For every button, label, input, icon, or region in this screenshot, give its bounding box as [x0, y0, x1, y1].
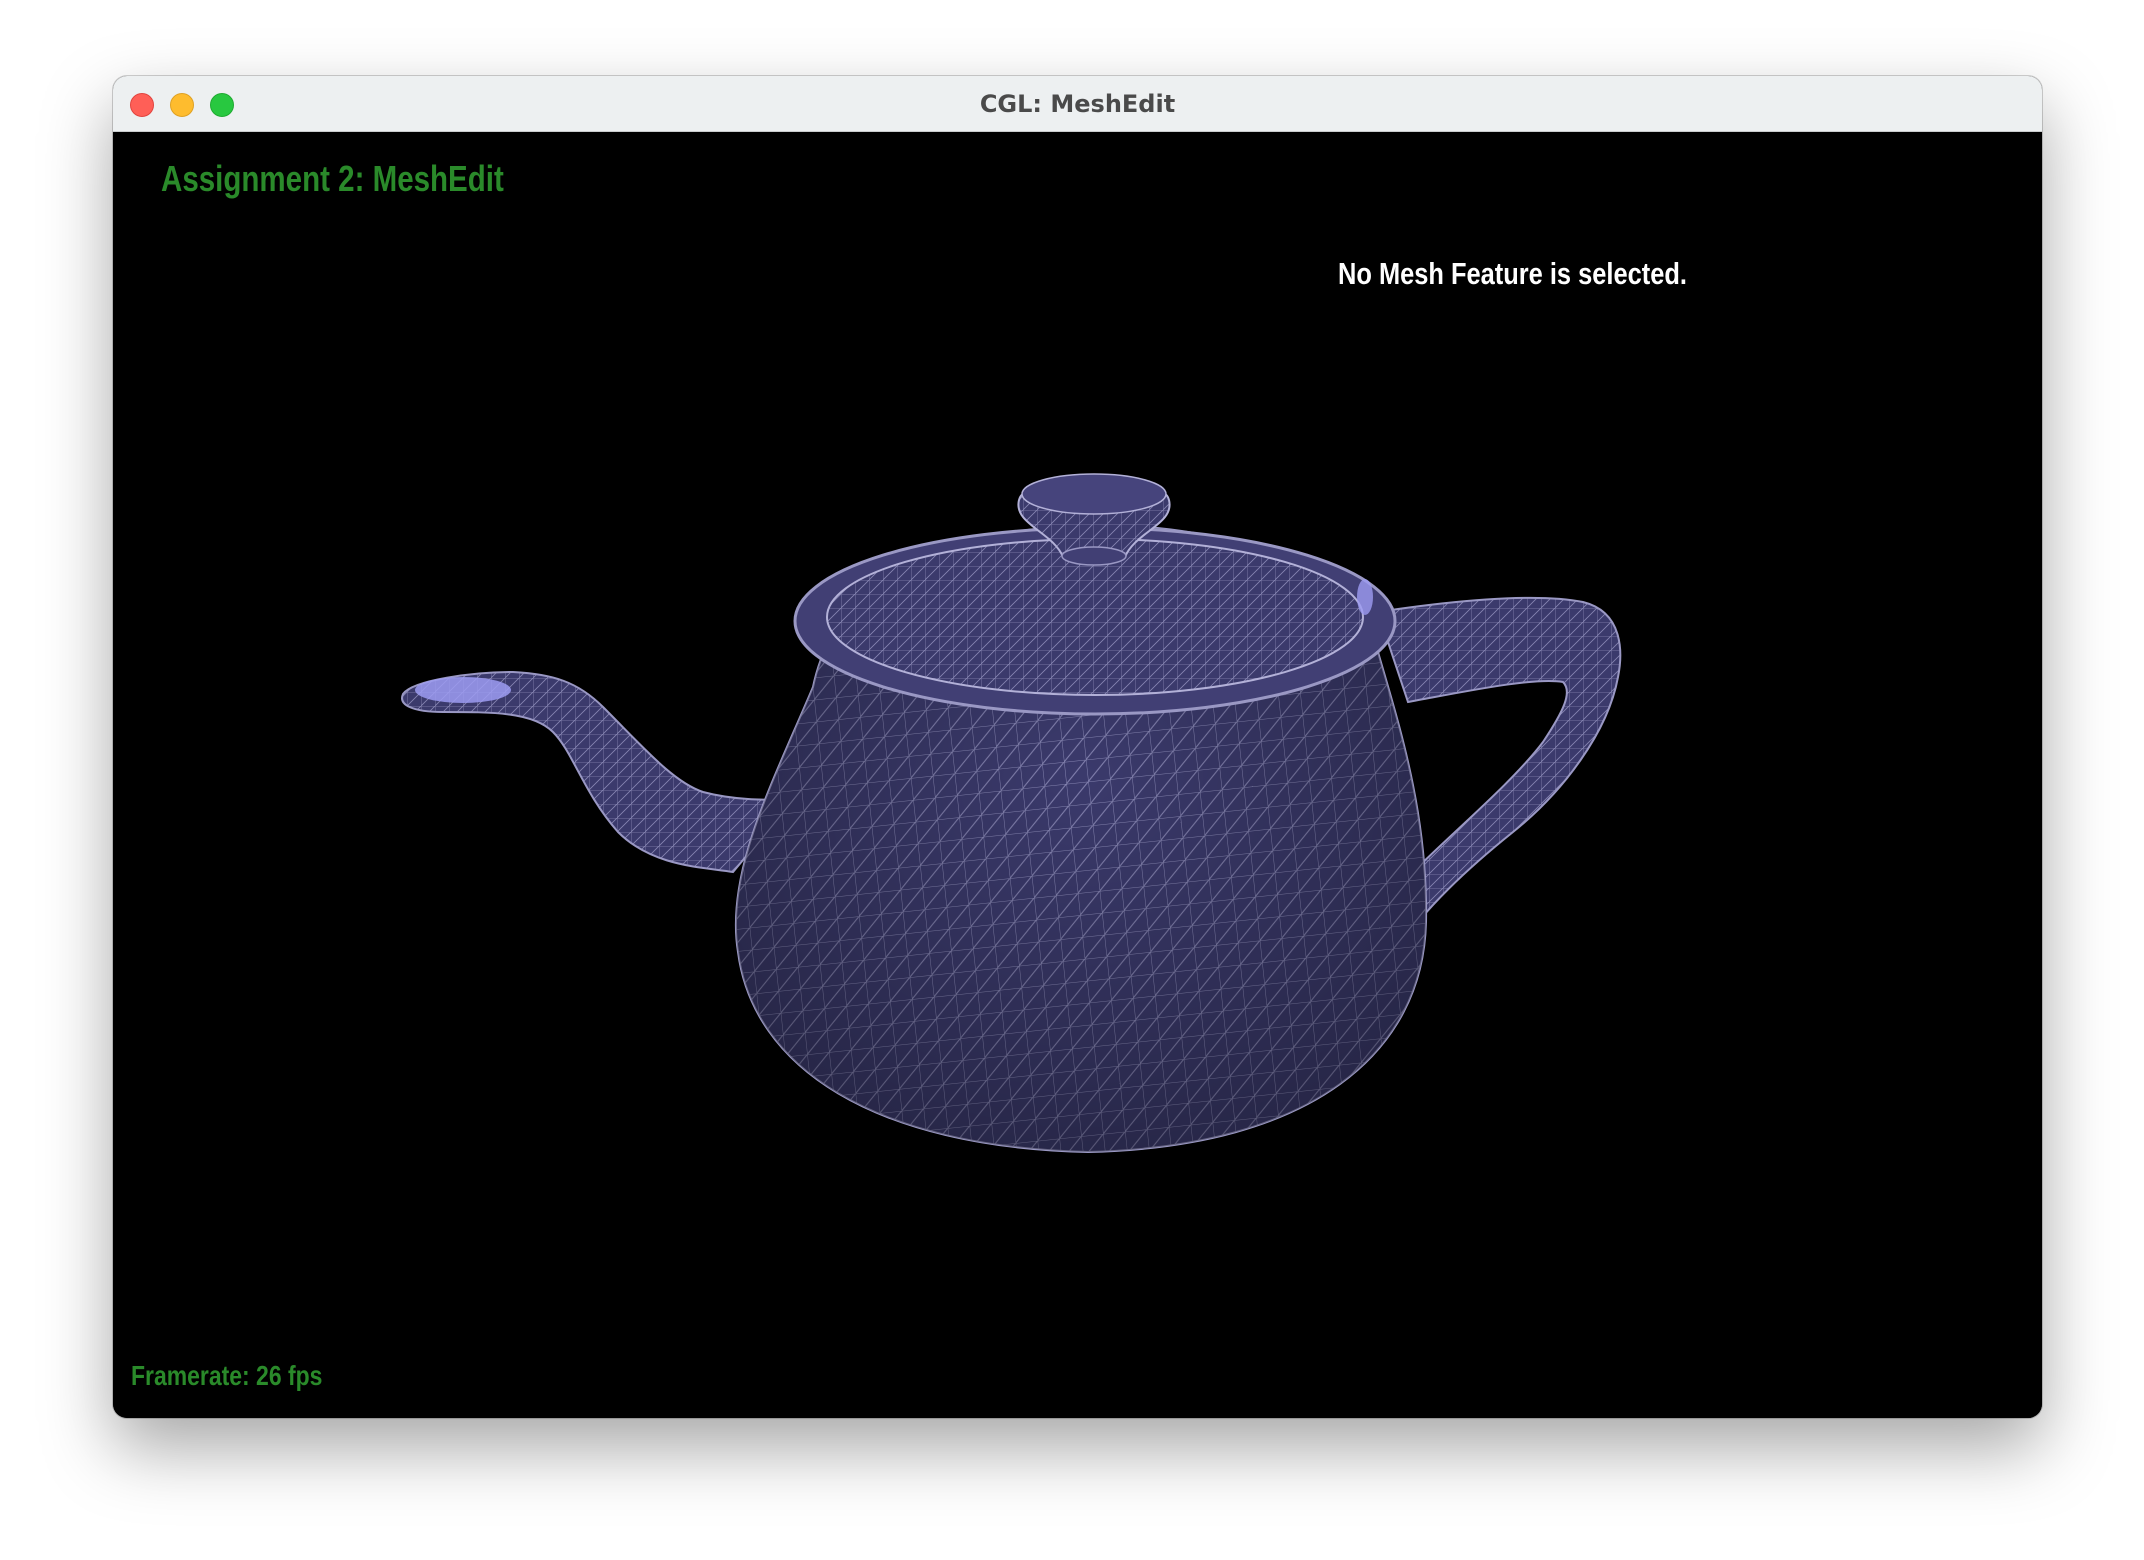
teapot-mesh[interactable] — [113, 132, 2042, 1418]
title-bar[interactable]: CGL: MeshEdit — [113, 76, 2042, 132]
assignment-heading: Assignment 2: MeshEdit — [161, 158, 504, 199]
window-title: CGL: MeshEdit — [979, 90, 1176, 118]
framerate-readout: Framerate: 26 fps — [131, 1360, 323, 1391]
selection-status: No Mesh Feature is selected. — [1338, 256, 1687, 291]
render-viewport[interactable]: Assignment 2: MeshEdit No Mesh Feature i… — [113, 132, 2042, 1418]
app-window: CGL: MeshEdit Assignment 2: MeshEdit No … — [113, 76, 2042, 1418]
spout-opening — [415, 677, 511, 703]
